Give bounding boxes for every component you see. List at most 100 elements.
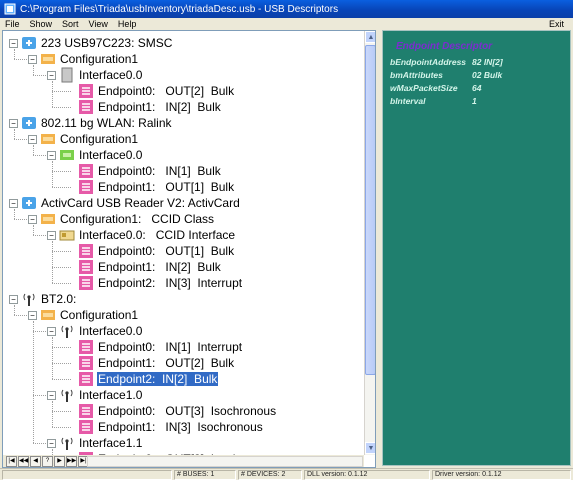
- collapse-toggle-icon[interactable]: −: [47, 390, 56, 400]
- tree-node[interactable]: Endpoint0: OUT[3] Isochronous: [66, 403, 277, 419]
- scroll-thumb[interactable]: [365, 45, 375, 375]
- tree-connector: [33, 235, 48, 236]
- tree-node[interactable]: Endpoint0: OUT[2] Bulk: [66, 83, 235, 99]
- collapse-toggle-icon[interactable]: −: [9, 118, 18, 128]
- scroll-down-button[interactable]: ▼: [365, 442, 375, 454]
- usb-hub-icon: [21, 115, 37, 131]
- tree-node[interactable]: − Interface0.0: [47, 147, 143, 163]
- tree-node[interactable]: Endpoint2: IN[3] Interrupt: [66, 275, 243, 291]
- tree-connector: [33, 331, 48, 332]
- nav-help-button[interactable]: ?: [42, 456, 53, 467]
- detail-title: Endpoint Descriptor: [396, 41, 493, 52]
- detail-row: bInterval 1: [390, 96, 477, 106]
- tree-node-label: Configuration1: [60, 52, 139, 66]
- menu-exit[interactable]: Exit: [544, 19, 569, 29]
- nav-prev-page-button[interactable]: ◀◀: [18, 456, 29, 467]
- collapse-toggle-icon[interactable]: −: [47, 438, 56, 448]
- tree-node[interactable]: Endpoint2: IN[2] Bulk: [66, 371, 219, 387]
- tree-node-label: Endpoint0: OUT[1] Bulk: [98, 244, 235, 258]
- endpoint-icon: [78, 179, 94, 195]
- nav-prev-button[interactable]: ◀: [30, 456, 41, 467]
- tree-vertical-scrollbar[interactable]: ▲ ▼: [364, 31, 375, 455]
- nav-next-button[interactable]: ▶: [54, 456, 65, 467]
- tree-node-label: BT2.0:: [41, 292, 77, 306]
- endpoint-icon: [78, 83, 94, 99]
- detail-row: bmAttributes 02 Bulk: [390, 70, 502, 80]
- collapse-toggle-icon[interactable]: −: [9, 38, 18, 48]
- tree-node-label: Endpoint1: IN[2] Bulk: [98, 260, 221, 274]
- tree-node-label: Endpoint1: OUT[1] Bulk: [98, 180, 235, 194]
- scroll-up-button[interactable]: ▲: [365, 31, 375, 43]
- tree-node[interactable]: Endpoint0: IN[1] Bulk: [66, 163, 222, 179]
- menu-view[interactable]: View: [84, 19, 113, 29]
- tree-connector: [14, 139, 29, 140]
- tree-node[interactable]: Endpoint1: IN[3] Isochronous: [66, 419, 264, 435]
- status-devices: # DEVICES: 2: [238, 470, 302, 480]
- collapse-toggle-icon[interactable]: −: [9, 198, 18, 208]
- collapse-toggle-icon[interactable]: −: [47, 70, 56, 80]
- collapse-toggle-icon[interactable]: −: [9, 294, 18, 304]
- tree-connector: [14, 219, 29, 220]
- tree-node[interactable]: − Interface0.0: [47, 323, 143, 339]
- tree-connector: [33, 321, 34, 443]
- tree-node[interactable]: Endpoint1: OUT[1] Bulk: [66, 179, 235, 195]
- tree-node[interactable]: − Interface0.0: [47, 67, 143, 83]
- collapse-toggle-icon[interactable]: −: [47, 230, 56, 240]
- tree-node[interactable]: − Configuration1: [28, 131, 139, 147]
- tree-node[interactable]: − Interface1.0: [47, 387, 143, 403]
- tree-node-label: Interface0.0: [79, 68, 143, 82]
- menu-file[interactable]: File: [0, 19, 25, 29]
- status-buses: # BUSES: 1: [174, 470, 236, 480]
- menu-show[interactable]: Show: [25, 19, 58, 29]
- title-bar: C:\Program Files\Triada\usbInventory\tri…: [0, 0, 573, 18]
- collapse-toggle-icon[interactable]: −: [28, 134, 37, 144]
- tree-node[interactable]: − Interface1.1: [47, 435, 143, 451]
- smartcard-interface-icon: [59, 227, 75, 243]
- nav-first-button[interactable]: |◀: [6, 456, 17, 467]
- descriptor-detail-pane: Endpoint Descriptor bEndpointAddress 82 …: [382, 30, 571, 466]
- tree-node[interactable]: − Configuration1: [28, 307, 139, 323]
- tree-node[interactable]: − 802.11 bg WLAN: Ralink: [9, 115, 173, 131]
- tree-node[interactable]: − BT2.0:: [9, 291, 77, 307]
- collapse-toggle-icon[interactable]: −: [47, 150, 56, 160]
- usb-hub-icon: [21, 35, 37, 51]
- tree-node-label: Endpoint2: IN[2] Bulk: [97, 372, 219, 386]
- tree-connector: [14, 59, 29, 60]
- tree-node[interactable]: Endpoint1: IN[2] Bulk: [66, 259, 222, 275]
- tree-node[interactable]: Endpoint0: OUT[1] Bulk: [66, 243, 235, 259]
- tree-node-label: Endpoint0: IN[1] Bulk: [98, 164, 221, 178]
- tree-node[interactable]: − Configuration1: [28, 51, 139, 67]
- tree-node-label: Endpoint2: IN[3] Interrupt: [98, 276, 243, 290]
- tree-connector: [52, 81, 53, 107]
- menu-help[interactable]: Help: [113, 19, 142, 29]
- tree-node[interactable]: Endpoint0: IN[1] Interrupt: [66, 339, 243, 355]
- endpoint-icon: [78, 99, 94, 115]
- device-tree[interactable]: −223 USB97C223: SMSC − Configuration1− Inte…: [2, 30, 376, 468]
- tree-horizontal-scrollbar[interactable]: [87, 456, 363, 467]
- tree-node[interactable]: Endpoint1: OUT[2] Bulk: [66, 355, 235, 371]
- usb-hub-icon: [21, 195, 37, 211]
- tree-node[interactable]: − 223 USB97C223: SMSC: [9, 35, 173, 51]
- tree-node[interactable]: Endpoint1: IN[2] Bulk: [66, 99, 222, 115]
- tree-node[interactable]: − Configuration1: CCID Class: [28, 211, 215, 227]
- tree-node-label: Endpoint0: OUT[3] Isochronous: [98, 404, 277, 418]
- tree-node[interactable]: − ActivCard USB Reader V2: ActivCard: [9, 195, 241, 211]
- tree-node-label: Interface1.1: [79, 436, 143, 450]
- wireless-icon: [21, 291, 37, 307]
- collapse-toggle-icon[interactable]: −: [28, 54, 37, 64]
- configuration-icon: [40, 307, 56, 323]
- window-title: C:\Program Files\Triada\usbInventory\tri…: [20, 3, 339, 15]
- menu-sort[interactable]: Sort: [57, 19, 84, 29]
- endpoint-icon: [78, 275, 94, 291]
- tree-connector: [52, 337, 53, 379]
- collapse-toggle-icon[interactable]: −: [47, 326, 56, 336]
- detail-row: bEndpointAddress 82 IN[2]: [390, 57, 503, 67]
- collapse-toggle-icon[interactable]: −: [28, 214, 37, 224]
- endpoint-icon: [78, 259, 94, 275]
- nav-next-page-button[interactable]: ▶▶: [66, 456, 77, 467]
- detail-key: bmAttributes: [390, 70, 443, 80]
- configuration-icon: [40, 131, 56, 147]
- collapse-toggle-icon[interactable]: −: [28, 310, 37, 320]
- menu-bar: File Show Sort View Help Exit: [0, 18, 573, 30]
- tree-node[interactable]: − Interface0.0: CCID Interface: [47, 227, 236, 243]
